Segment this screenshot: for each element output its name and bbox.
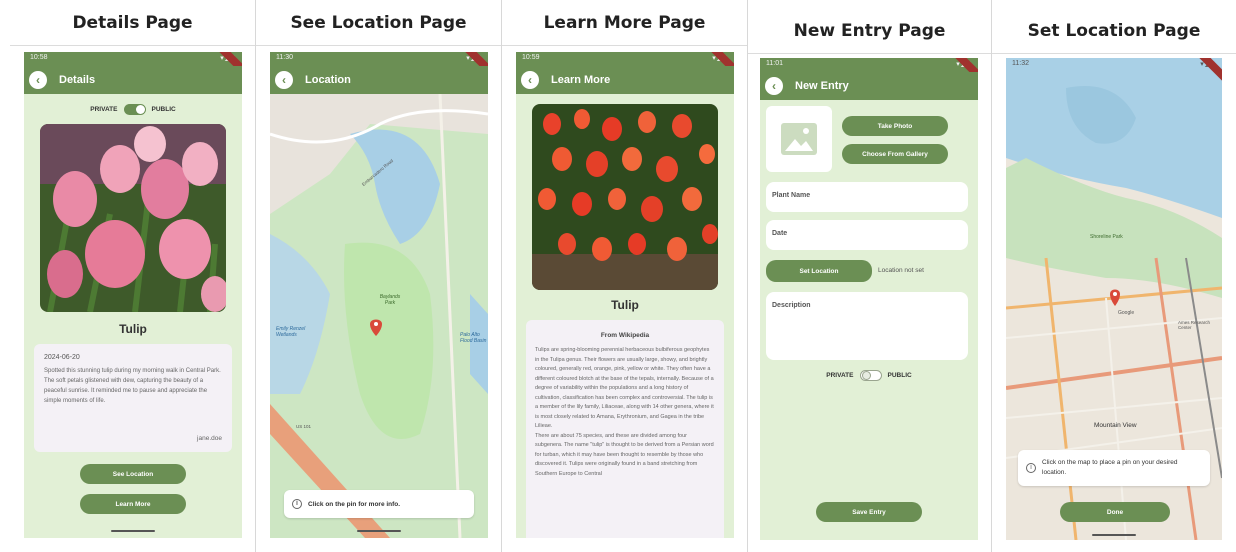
- panel-title-details: Details Page: [10, 0, 255, 46]
- back-button[interactable]: ‹: [765, 77, 783, 95]
- set-location-button[interactable]: Set Location: [766, 260, 872, 282]
- private-label: PRIVATE: [826, 372, 854, 379]
- map-info-banner: i Click on the pin for more info.: [284, 490, 474, 518]
- new-entry-panel: New Entry Page 11:01 ▾◢▮ ‹ New Entry Tak…: [748, 0, 992, 552]
- plant-name: Tulip: [611, 298, 639, 312]
- status-time: 10:59: [522, 54, 540, 61]
- panel-title-new-entry: New Entry Page: [748, 8, 991, 54]
- app-bar: ‹ Details: [24, 66, 242, 94]
- page-title: Learn More: [551, 74, 611, 86]
- plant-name-field[interactable]: Plant Name: [766, 182, 968, 212]
- wikipedia-text: Tulips are spring-blooming perennial her…: [535, 346, 715, 479]
- take-photo-button[interactable]: Take Photo: [842, 116, 948, 136]
- map-info-banner: i Click on the map to place a pin on you…: [1018, 450, 1210, 486]
- map-park-label: Baylands Park: [379, 294, 401, 306]
- home-indicator: [111, 530, 155, 532]
- map-info-text: Click on the map to place a pin on your …: [1042, 459, 1178, 476]
- home-indicator: [357, 530, 401, 532]
- back-button[interactable]: ‹: [275, 71, 293, 89]
- status-time: 11:01: [766, 60, 783, 67]
- info-icon: i: [1026, 463, 1036, 473]
- visibility-toggle[interactable]: [859, 370, 882, 381]
- wikipedia-source: From Wikipedia: [600, 332, 650, 339]
- image-icon: [781, 123, 817, 155]
- entry-card: 2024-06-20 Spotted this stunning tulip d…: [34, 344, 232, 452]
- status-time: 11:32: [1012, 60, 1029, 67]
- new-entry-screen: 11:01 ▾◢▮ ‹ New Entry Take Photo Choose …: [760, 58, 978, 540]
- plant-name: Tulip: [119, 322, 147, 336]
- tulip-photo: [40, 124, 226, 312]
- status-bar: 11:32 ▾◢▮: [1006, 58, 1222, 72]
- status-bar: 10:58 ▾◢▮: [24, 52, 242, 66]
- status-bar: 11:30 ▾◢▮: [270, 52, 488, 66]
- location-status: Location not set: [878, 267, 924, 274]
- map-right-label: Palo Alto Flood Basin: [460, 332, 487, 344]
- screenshot-board: Details Page 10:58 ▾◢▮ ‹ Details PRIVATE…: [0, 0, 1236, 552]
- panel-title-see-location: See Location Page: [256, 0, 501, 46]
- status-bar: 11:01 ▾◢▮: [760, 58, 978, 72]
- back-button[interactable]: ‹: [521, 71, 539, 89]
- page-title: New Entry: [795, 80, 849, 92]
- visibility-toggle[interactable]: [123, 104, 146, 115]
- visibility-toggle-row: PRIVATE PUBLIC: [24, 104, 242, 115]
- app-bar: ‹ Learn More: [516, 66, 734, 94]
- status-time: 10:58: [30, 54, 48, 61]
- map-research-label: Ames Research Center: [1178, 320, 1211, 330]
- set-location-screen: Shoreline Park Google Ames Research Cent…: [1006, 58, 1222, 540]
- description-field[interactable]: Description: [766, 292, 968, 360]
- app-bar: ‹ New Entry: [760, 72, 978, 100]
- done-button[interactable]: Done: [1060, 502, 1170, 522]
- info-icon: i: [292, 499, 302, 509]
- details-screen: 10:58 ▾◢▮ ‹ Details PRIVATE PUBLIC: [24, 52, 242, 538]
- set-location-panel: Set Location Page Shoreline Park Google …: [992, 0, 1236, 552]
- app-bar: ‹ Location: [270, 66, 488, 94]
- back-button[interactable]: ‹: [29, 71, 47, 89]
- public-label: PUBLIC: [151, 106, 176, 113]
- wikipedia-card: From Wikipedia Tulips are spring-bloomin…: [526, 320, 724, 538]
- location-screen: Baylands Park Emily Renzel Wetlands Emba…: [270, 52, 488, 538]
- location-map[interactable]: [270, 94, 488, 538]
- entry-date: 2024-06-20: [44, 354, 80, 361]
- wikipedia-paragraph-1: Tulips are spring-blooming perennial her…: [535, 347, 714, 429]
- see-location-button[interactable]: See Location: [80, 464, 186, 484]
- map-road-number: US 101: [296, 424, 312, 429]
- learn-more-screen: 10:59 ▾◢▮ ‹ Learn More: [516, 52, 734, 538]
- map-info-text: Click on the pin for more info.: [308, 500, 401, 508]
- map-poi-label: Shoreline Park: [1090, 234, 1123, 240]
- learn-more-panel: Learn More Page 10:59 ▾◢▮ ‹ Learn More: [502, 0, 748, 552]
- public-label: PUBLIC: [887, 372, 912, 379]
- wikipedia-paragraph-2: There are about 75 species, and these ar…: [535, 432, 714, 477]
- panel-title-set-location: Set Location Page: [992, 8, 1236, 54]
- panel-title-learn-more: Learn More Page: [502, 0, 747, 46]
- learn-more-button[interactable]: Learn More: [80, 494, 186, 514]
- map-city-label: Mountain View: [1094, 422, 1137, 429]
- save-entry-button[interactable]: Save Entry: [816, 502, 922, 522]
- visibility-toggle-row: PRIVATE PUBLIC: [760, 370, 978, 381]
- photo-placeholder[interactable]: [766, 106, 832, 172]
- choose-gallery-button[interactable]: Choose From Gallery: [842, 144, 948, 164]
- tulip-field-photo: [532, 104, 718, 290]
- entry-author: jane.doe: [197, 435, 222, 442]
- map-google-label: Google: [1118, 310, 1135, 316]
- details-panel: Details Page 10:58 ▾◢▮ ‹ Details PRIVATE…: [10, 0, 256, 552]
- status-time: 11:30: [276, 54, 293, 61]
- entry-description: Spotted this stunning tulip during my mo…: [44, 368, 221, 404]
- date-field[interactable]: Date: [766, 220, 968, 250]
- page-title: Location: [305, 74, 351, 86]
- see-location-panel: See Location Page Baylands Park Emily Re…: [256, 0, 502, 552]
- map-lake-label: Emily Renzel Wetlands: [276, 326, 306, 338]
- home-indicator: [1092, 534, 1136, 536]
- private-label: PRIVATE: [90, 106, 118, 113]
- status-bar: 10:59 ▾◢▮: [516, 52, 734, 66]
- page-title: Details: [59, 74, 96, 86]
